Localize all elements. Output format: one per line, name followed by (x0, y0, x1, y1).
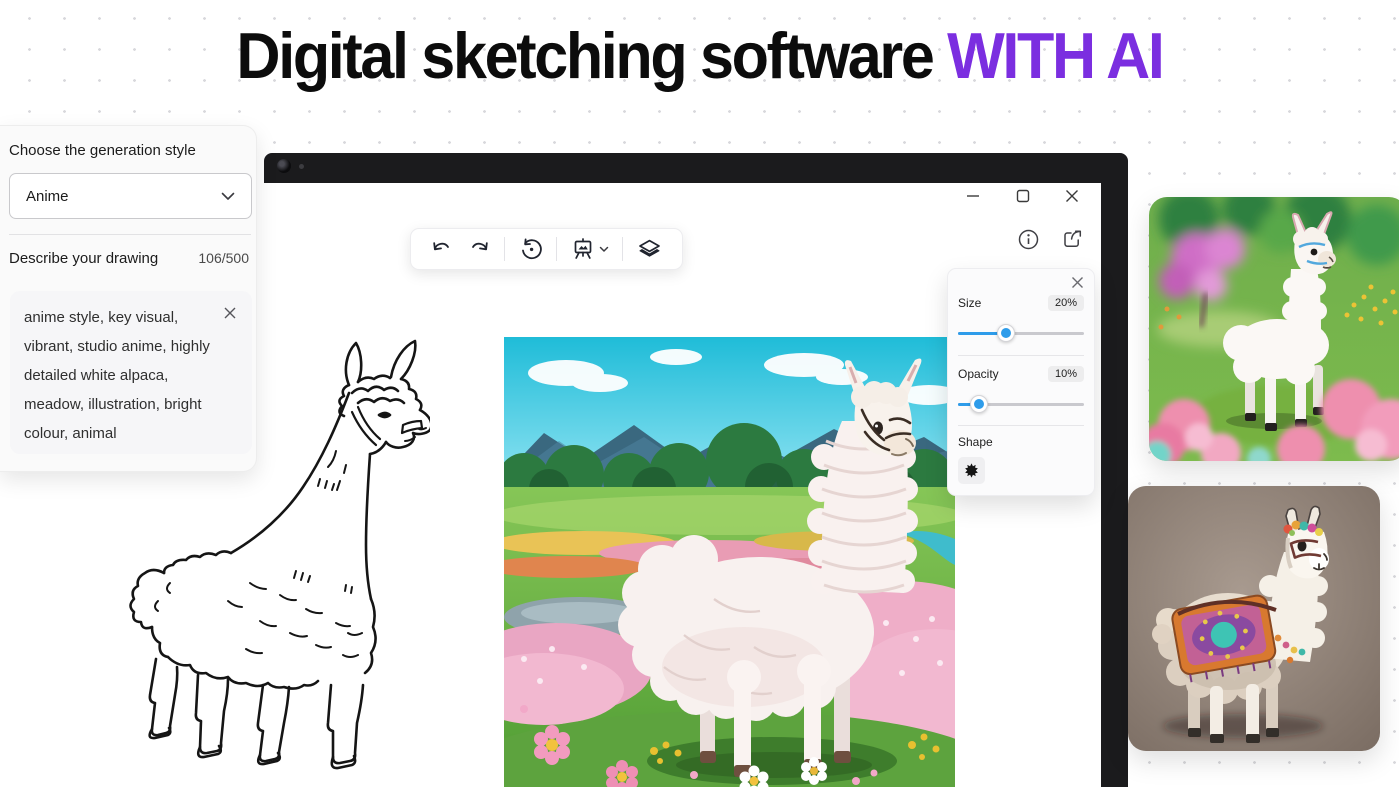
result-image-3d[interactable] (1128, 486, 1380, 751)
prompt-input[interactable]: anime style, key visual, vibrant, studio… (10, 291, 252, 454)
shape-label: Shape (958, 435, 993, 449)
chevron-down-icon (599, 246, 609, 253)
close-icon (222, 305, 238, 321)
layers-icon (636, 236, 663, 262)
char-counter: 106/500 (198, 250, 249, 266)
webcam-icon (277, 159, 291, 173)
share-button[interactable] (1060, 227, 1084, 251)
info-button[interactable] (1016, 227, 1040, 251)
clear-prompt-button[interactable] (222, 305, 238, 321)
undo-icon (430, 237, 454, 261)
maximize-button[interactable] (1014, 187, 1032, 205)
history-button[interactable] (518, 236, 544, 262)
minimize-button[interactable] (964, 187, 982, 205)
canvas-toolbar (410, 228, 683, 270)
close-icon (1065, 189, 1079, 203)
opacity-value: 10% (1048, 366, 1084, 382)
realistic-alpaca-garden-image (1149, 197, 1399, 461)
size-slider-thumb[interactable] (997, 324, 1015, 342)
info-icon (1018, 229, 1039, 250)
brush-settings-panel: Size 20% Opacity 10% Shape (947, 268, 1095, 496)
redo-icon (467, 237, 491, 261)
panel-close-button[interactable] (1070, 275, 1086, 291)
prompt-line: colour, animal (24, 419, 238, 448)
share-icon (1061, 228, 1083, 250)
minimize-icon (966, 189, 980, 203)
result-image-realistic[interactable] (1149, 197, 1399, 461)
generation-style-label: Choose the generation style (9, 142, 196, 159)
toolbar-divider (556, 237, 557, 261)
page-title: Digital sketching software WITH AI (42, 18, 1357, 93)
history-icon (518, 236, 544, 262)
prompt-line: detailed white alpaca, (24, 361, 238, 390)
layers-button[interactable] (636, 236, 663, 262)
opacity-slider-thumb[interactable] (970, 395, 988, 413)
canvas-style-button[interactable] (570, 236, 609, 262)
webcam-indicator-dot (299, 164, 304, 169)
size-label: Size (958, 296, 981, 310)
describe-drawing-label: Describe your drawing (9, 250, 158, 267)
generation-style-panel: Choose the generation style Anime Descri… (0, 125, 257, 472)
brush-shape-swatch[interactable] (958, 457, 985, 484)
page-title-accent: WITH AI (947, 19, 1162, 92)
prompt-line: anime style, key visual, (24, 303, 238, 332)
maximize-icon (1016, 189, 1030, 203)
panel-divider (958, 355, 1084, 356)
toolbar-divider (622, 237, 623, 261)
opacity-label: Opacity (958, 367, 999, 381)
toolbar-divider (504, 237, 505, 261)
3d-llama-saddle-image (1128, 486, 1380, 751)
panel-divider (958, 425, 1084, 426)
redo-button[interactable] (467, 237, 491, 261)
prompt-line: vibrant, studio anime, highly (24, 332, 238, 361)
size-value: 20% (1048, 295, 1084, 311)
style-dropdown-value: Anime (26, 188, 69, 205)
opacity-slider[interactable] (958, 396, 1084, 412)
canvas-style-icon (570, 236, 596, 262)
panel-divider (9, 234, 251, 235)
page-title-black: Digital sketching software (236, 19, 932, 92)
chevron-down-icon (221, 192, 235, 201)
anime-alpaca-meadow-illustration (504, 337, 955, 787)
generated-image-anime-meadow[interactable] (504, 337, 955, 787)
undo-button[interactable] (430, 237, 454, 261)
style-dropdown[interactable]: Anime (9, 173, 252, 219)
prompt-line: meadow, illustration, bright (24, 390, 238, 419)
close-icon (1070, 275, 1085, 290)
size-slider[interactable] (958, 325, 1084, 341)
ink-blob-icon (963, 462, 980, 479)
close-button[interactable] (1063, 187, 1081, 205)
